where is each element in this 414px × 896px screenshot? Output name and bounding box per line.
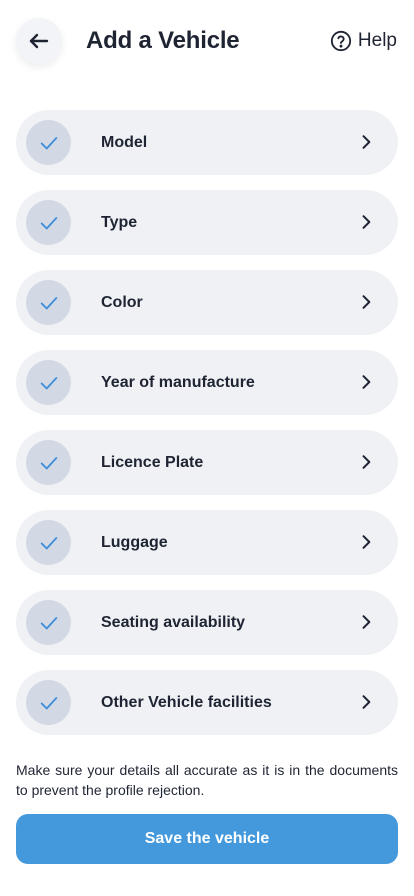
chevron-right-icon — [362, 215, 371, 229]
arrow-left-icon — [29, 33, 49, 49]
checkmark-icon — [40, 696, 57, 709]
checkmark-icon — [40, 536, 57, 549]
list-item[interactable]: Licence Plate — [16, 430, 398, 495]
check-badge — [26, 440, 71, 485]
check-badge — [26, 520, 71, 565]
list-item[interactable]: Luggage — [16, 510, 398, 575]
list-item-label: Type — [101, 213, 138, 231]
checkmark-icon — [40, 296, 57, 309]
list-item-label: Licence Plate — [101, 453, 204, 471]
header: Add a Vehicle Help — [0, 0, 414, 90]
check-badge — [26, 360, 71, 405]
list-item-label: Seating availability — [101, 613, 246, 631]
check-badge — [26, 120, 71, 165]
chevron-right-icon — [362, 375, 371, 389]
check-badge — [26, 200, 71, 245]
help-label: Help — [357, 30, 397, 51]
list-item-label: Model — [101, 133, 148, 151]
chevron-right-icon — [362, 455, 371, 469]
list-item[interactable]: Color — [16, 270, 398, 335]
save-vehicle-button[interactable]: Save the vehicle — [16, 814, 398, 864]
list-item[interactable]: Model — [16, 110, 398, 175]
checkmark-icon — [40, 616, 57, 629]
list-item-label: Color — [101, 293, 143, 311]
checkmark-icon — [40, 136, 57, 149]
check-badge — [26, 600, 71, 645]
back-button[interactable] — [16, 18, 62, 64]
check-badge — [26, 680, 71, 725]
list-item[interactable]: Seating availability — [16, 590, 398, 655]
info-note: Make sure your details all accurate as i… — [16, 762, 398, 798]
chevron-right-icon — [362, 615, 371, 629]
chevron-right-icon — [362, 535, 371, 549]
page-title: Add a Vehicle — [86, 27, 240, 54]
list-item-label: Luggage — [101, 533, 168, 551]
chevron-right-icon — [362, 295, 371, 309]
chevron-right-icon — [362, 695, 371, 709]
list-item[interactable]: Type — [16, 190, 398, 255]
help-button[interactable]: Help — [330, 29, 397, 53]
checkmark-icon — [40, 216, 57, 229]
question-circle-icon — [330, 30, 352, 52]
checkmark-icon — [40, 456, 57, 469]
list-item[interactable]: Other Vehicle facilities — [16, 670, 398, 735]
list-item[interactable]: Year of manufacture — [16, 350, 398, 415]
chevron-right-icon — [362, 135, 371, 149]
checkmark-icon — [40, 376, 57, 389]
list-item-label: Year of manufacture — [101, 373, 255, 391]
vehicle-details-list: Model Type Color Year of manufacture Licence… — [16, 110, 398, 750]
list-item-label: Other Vehicle facilities — [101, 693, 272, 711]
check-badge — [26, 280, 71, 325]
